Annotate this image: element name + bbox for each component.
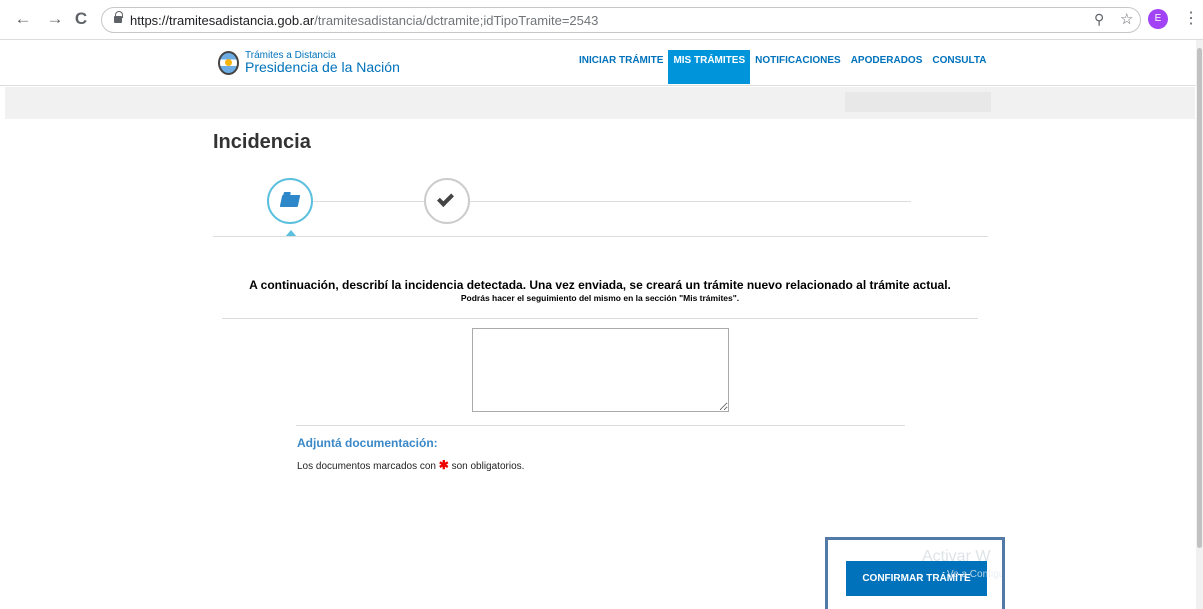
windows-activation-watermark-sub: Ve a Configu xyxy=(947,569,1005,580)
incidence-description-textarea[interactable] xyxy=(472,328,729,412)
checkmark-icon xyxy=(437,190,454,207)
browser-toolbar: ← → C https://tramitesadistancia.gob.ar/… xyxy=(0,0,1203,40)
address-bar[interactable]: https://tramitesadistancia.gob.ar/tramit… xyxy=(101,7,1141,33)
page-title: Incidencia xyxy=(213,131,311,153)
windows-activation-watermark: Activar W xyxy=(922,548,991,565)
nav-apoderados[interactable]: APODERADOS xyxy=(846,50,928,84)
url-text[interactable]: https://tramitesadistancia.gob.ar/tramit… xyxy=(130,13,598,28)
divider xyxy=(222,318,978,319)
nav-consulta[interactable]: CONSULTA xyxy=(927,50,991,84)
national-emblem-icon xyxy=(218,51,239,75)
intro-text: A continuación, describí la incidencia d… xyxy=(249,278,951,292)
reload-icon[interactable]: C xyxy=(70,8,92,30)
nav-mis-tramites[interactable]: MIS TRÁMITES xyxy=(668,50,751,84)
divider xyxy=(213,236,988,237)
nav-iniciar-tramite[interactable]: INICIAR TRÁMITE xyxy=(574,50,668,84)
browser-menu-icon[interactable]: ⋮ xyxy=(1183,8,1199,30)
sub-header-bar xyxy=(5,87,1195,119)
bookmark-star-icon[interactable]: ☆ xyxy=(1120,10,1133,28)
nav-notificaciones[interactable]: NOTIFICACIONES xyxy=(750,50,846,84)
required-asterisk-icon: ✱ xyxy=(438,458,449,472)
sub-header-placeholder xyxy=(845,92,991,112)
profile-avatar[interactable]: E xyxy=(1148,9,1168,29)
attach-documents-heading: Adjuntá documentación: xyxy=(297,436,438,450)
step-confirmation[interactable] xyxy=(424,178,470,224)
back-arrow-icon[interactable]: ← xyxy=(12,8,34,30)
lock-icon xyxy=(114,11,123,24)
folder-open-icon xyxy=(279,195,301,207)
divider xyxy=(296,425,905,426)
site-header: Trámites a Distancia Presidencia de la N… xyxy=(0,40,1196,86)
logo-title[interactable]: Presidencia de la Nación xyxy=(245,59,400,75)
stepper-line xyxy=(305,201,911,202)
intro-subtext: Podrás hacer el seguimiento del mismo en… xyxy=(460,293,740,303)
forward-arrow-icon[interactable]: → xyxy=(44,8,66,30)
step-documentation[interactable] xyxy=(267,178,313,224)
required-documents-note: Los documentos marcados con ✱ son obliga… xyxy=(297,458,525,472)
zoom-icon[interactable]: ⚲ xyxy=(1094,11,1104,28)
main-nav: INICIAR TRÁMITE MIS TRÁMITES NOTIFICACIO… xyxy=(574,50,991,84)
